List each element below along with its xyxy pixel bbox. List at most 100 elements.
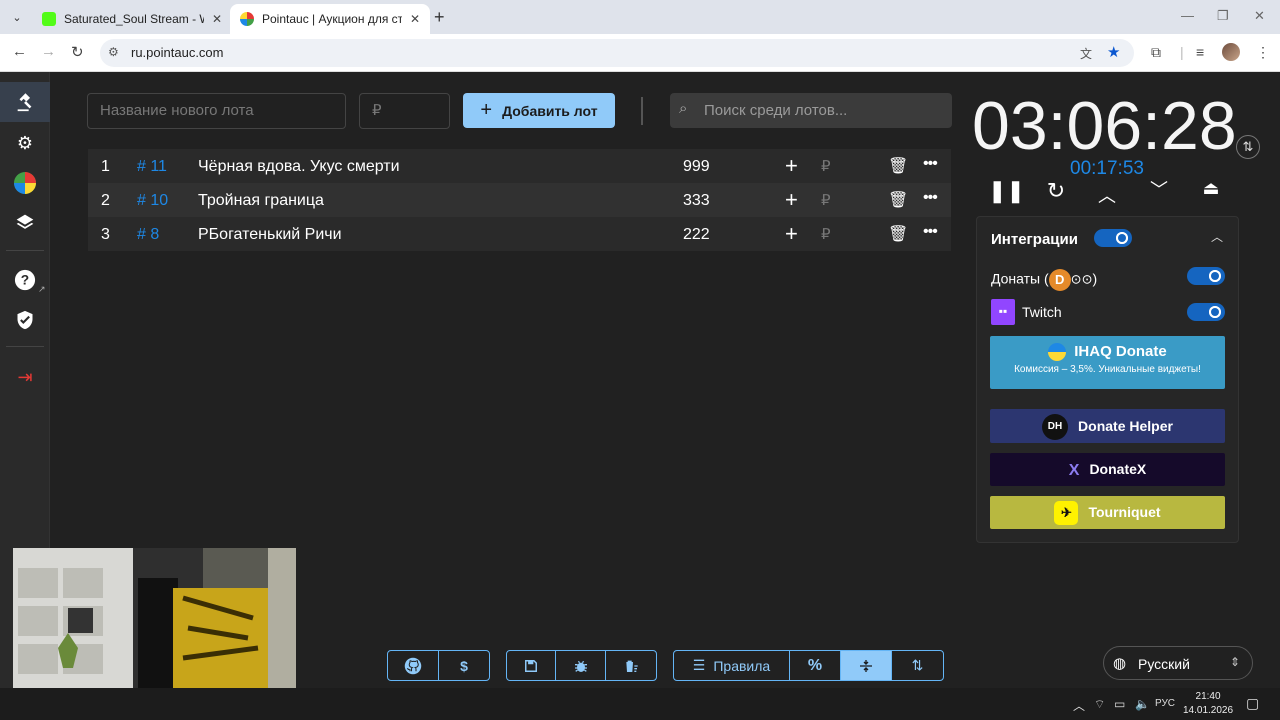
tab-title: Pointauc | Аукцион для стриме (262, 12, 402, 26)
tourniquet-logo-icon: ✈ (1054, 501, 1079, 526)
lot-amount[interactable]: 222 (683, 226, 710, 244)
input-language[interactable]: РУС (1155, 698, 1175, 709)
lot-row: 3 # 8 РБогатенький Ричи 222 + ₽ 🗑 ••• (88, 217, 951, 251)
swap-arrows-icon[interactable]: ⇅ (1236, 135, 1260, 159)
save-floppy-icon[interactable] (507, 651, 556, 680)
search-icon: ⌕ (679, 100, 688, 117)
donations-toggle[interactable] (1187, 267, 1225, 285)
donate-dollar-button[interactable]: $ (439, 651, 489, 680)
lot-name[interactable]: Тройная граница (198, 192, 324, 210)
add-amount-icon[interactable]: + (785, 187, 798, 213)
tab-pointauc[interactable]: Pointauc | Аукцион для стриме ✕ (230, 4, 431, 34)
twitch-eyes-icon: ⊙⊙ (1070, 271, 1093, 287)
ihaq-donate-button[interactable]: IHAQ Donate Комиссия – 3,5%. Уникальные … (990, 336, 1225, 389)
url-field[interactable]: ⚙ ru.pointauc.com 文 ★ (100, 39, 1134, 67)
settings-gear-icon[interactable]: ⚙ (11, 129, 39, 157)
tab-kick[interactable]: Saturated_Soul Stream - Watch ✕ (32, 4, 232, 34)
chevron-up-icon[interactable]: ︿ (1092, 182, 1122, 208)
lot-name-input[interactable]: Название нового лота (87, 93, 346, 129)
network-icon[interactable]: ⌔ (1094, 697, 1105, 712)
lot-name[interactable]: РБогатенький Ричи (198, 226, 342, 244)
logout-icon[interactable]: ⇥ (11, 363, 39, 391)
lot-fast-id[interactable]: # 10 (137, 192, 168, 210)
search-placeholder: Поиск среди лотов... (704, 102, 848, 119)
delete-trash-icon[interactable]: 🗑 (888, 224, 908, 244)
battery-icon[interactable]: ▭ (1114, 697, 1125, 711)
pause-icon[interactable]: ❚❚ (988, 178, 1025, 204)
delete-trash-icon[interactable]: 🗑 (888, 156, 908, 176)
maximize-icon[interactable]: ❐ (1217, 8, 1229, 24)
donate-helper-button[interactable]: DH Donate Helper (990, 409, 1225, 443)
collapse-chevron-icon[interactable]: ︿ (1211, 228, 1223, 245)
ruble-icon[interactable]: ₽ (821, 157, 831, 175)
ruble-icon[interactable]: ₽ (821, 225, 831, 243)
bookmark-star-icon[interactable]: ★ (1107, 43, 1120, 61)
integrations-toggle[interactable] (1094, 229, 1132, 247)
main-timer: 03:06:28 (972, 88, 1237, 164)
tray-chevron-icon[interactable]: ︿ (1073, 697, 1085, 714)
lot-name[interactable]: Чёрная вдова. Укус смерти (198, 158, 400, 176)
lot-amount[interactable]: 333 (683, 192, 710, 210)
more-dots-icon[interactable]: ••• (923, 155, 938, 173)
language-select[interactable]: ◍ Русский ⇕ (1103, 646, 1253, 680)
close-window-icon[interactable]: ✕ (1254, 8, 1265, 24)
url-text[interactable]: ru.pointauc.com (131, 45, 224, 60)
github-button[interactable] (388, 651, 439, 680)
add-lot-label: Добавить лот (502, 102, 598, 119)
bug-icon[interactable] (556, 651, 606, 680)
lot-fast-id[interactable]: # 8 (137, 226, 159, 244)
lot-search-input[interactable]: ⌕ Поиск среди лотов... (670, 93, 952, 128)
double-chevron-up-icon[interactable]: ⏏ (1196, 178, 1226, 199)
integrations-panel: Интеграции ︿ Донаты (D ⊙⊙) ▪▪ Twitch IHAQ… (976, 216, 1239, 543)
restart-icon[interactable]: ↻ (1041, 178, 1071, 204)
delete-trash-icon[interactable]: 🗑 (888, 190, 908, 210)
rules-label: Правила (713, 657, 771, 674)
clock-time: 21:40 (1195, 691, 1221, 702)
site-info-icon[interactable]: ⚙ (108, 45, 119, 59)
rules-button[interactable]: ☰ Правила (674, 651, 790, 680)
notifications-icon[interactable]: ▢ (1246, 695, 1259, 712)
media-control-icon[interactable]: ≡ (1196, 44, 1204, 60)
donationalerts-logo-icon: D (1048, 269, 1071, 291)
more-dots-icon[interactable]: ••• (923, 189, 938, 207)
tab-close-icon[interactable]: ✕ (212, 12, 222, 26)
taskbar-clock[interactable]: 21:40 14.01.2026 (1183, 690, 1233, 718)
wheel-pie-icon[interactable] (11, 169, 39, 197)
auction-gavel-icon[interactable] (11, 88, 39, 116)
add-amount-icon[interactable]: + (785, 221, 798, 247)
reload-icon[interactable]: ↻ (71, 43, 84, 61)
layers-icon[interactable] (11, 209, 39, 237)
lot-amount-input[interactable]: ₽ (359, 93, 450, 129)
help-icon[interactable]: ? (11, 266, 39, 294)
tourniquet-button[interactable]: ✈ Tourniquet (990, 496, 1225, 529)
sort-arrows-icon[interactable]: ⇅ (892, 651, 943, 680)
volume-icon[interactable]: 🔈 (1135, 697, 1150, 711)
compact-view-icon[interactable] (841, 651, 892, 680)
add-amount-icon[interactable]: + (785, 153, 798, 179)
chevron-down-icon[interactable]: ﹀ (1144, 176, 1174, 202)
lot-index: 3 (101, 226, 110, 243)
lot-fast-id[interactable]: # 11 (137, 158, 167, 176)
extensions-icon[interactable]: ⧉ (1151, 44, 1161, 61)
lot-amount[interactable]: 999 (683, 158, 710, 176)
tab-search-button[interactable]: ⌄ (6, 6, 28, 28)
twitch-toggle[interactable] (1187, 303, 1225, 321)
donatex-button[interactable]: X DonateX (990, 453, 1225, 486)
minimize-icon[interactable]: — (1181, 8, 1194, 23)
translate-icon[interactable]: 文 (1080, 45, 1092, 62)
shield-check-icon[interactable] (11, 306, 39, 334)
browser-menu-icon[interactable]: ⋮ (1256, 44, 1270, 61)
new-tab-icon[interactable]: + (434, 7, 445, 28)
profile-avatar[interactable] (1222, 43, 1240, 61)
more-dots-icon[interactable]: ••• (923, 223, 938, 241)
kick-favicon-icon (42, 12, 56, 26)
percent-button[interactable]: % (790, 651, 841, 680)
back-icon[interactable]: ← (12, 43, 27, 60)
tab-close-icon[interactable]: ✕ (410, 12, 420, 26)
select-arrows-icon: ⇕ (1230, 655, 1241, 669)
ruble-icon[interactable]: ₽ (821, 191, 831, 209)
add-lot-button[interactable]: + Добавить лот (463, 93, 615, 128)
forward-icon[interactable]: → (41, 43, 56, 60)
clear-trash-icon[interactable] (606, 651, 656, 680)
browser-tab-strip: ⌄ Saturated_Soul Stream - Watch ✕ Pointa… (0, 0, 1280, 34)
